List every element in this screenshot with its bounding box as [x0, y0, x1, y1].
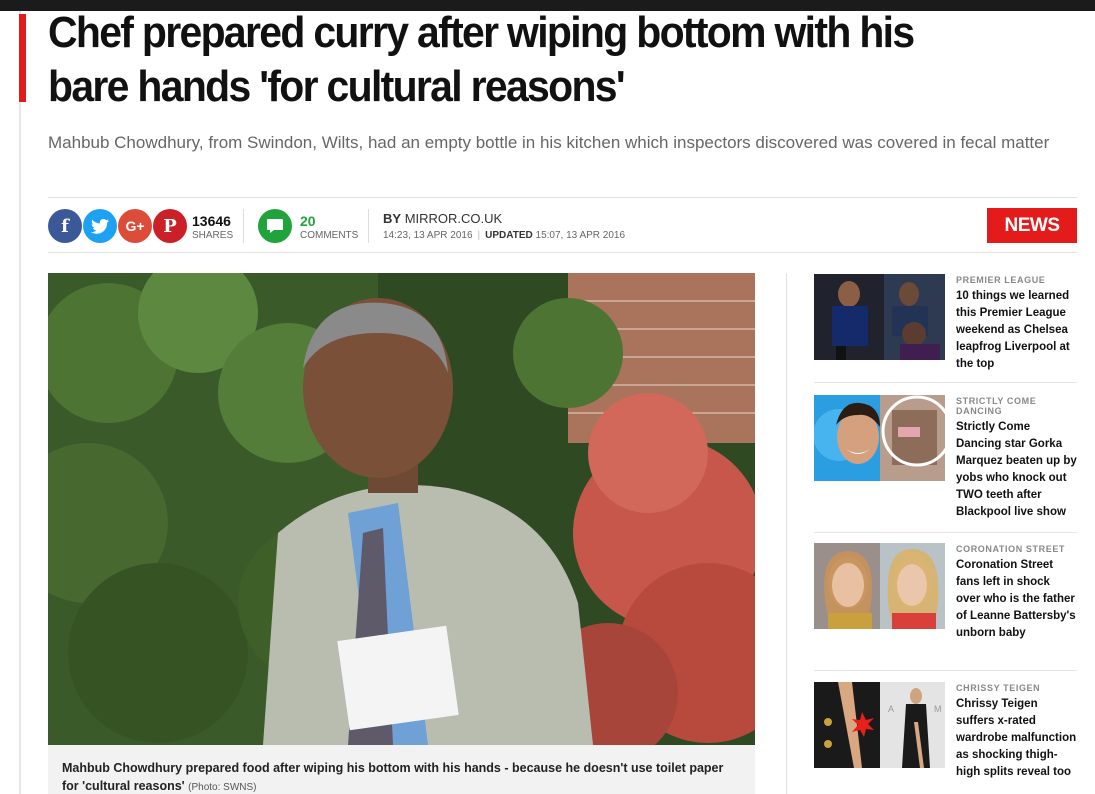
facebook-share-button[interactable]: f [48, 209, 82, 243]
updated-time: 15:07, 13 APR 2016 [535, 230, 626, 241]
published-time: 14:23, 13 APR 2016 [383, 230, 473, 241]
divider [48, 197, 1077, 198]
article-standfirst: Mahbub Chowdhury, from Swindon, Wilts, h… [48, 133, 1050, 152]
divider [368, 209, 369, 243]
byline-prefix: BY [383, 211, 402, 226]
svg-text:A: A [888, 704, 894, 714]
twitter-share-button[interactable] [83, 209, 117, 243]
comments-button[interactable] [258, 209, 292, 243]
share-count-label: SHARES [192, 230, 234, 241]
sidebar-divider [786, 273, 787, 794]
sidebar-story[interactable]: STRICTLY COME DANCING Strictly Come Danc… [814, 395, 1077, 525]
twitter-icon [91, 218, 109, 234]
comment-count-label: COMMENTS [300, 230, 359, 241]
share-count: 13646 SHARES [192, 213, 233, 242]
googleplus-icon: G+ [125, 218, 145, 234]
svg-text:M: M [934, 704, 942, 714]
story-category[interactable]: PREMIER LEAGUE [956, 275, 1077, 285]
story-title[interactable]: 10 things we learned this Premier League… [956, 288, 1077, 373]
sidebar-story[interactable]: PREMIER LEAGUE 10 things we learned this… [814, 274, 1077, 374]
pinterest-icon: P [163, 215, 177, 237]
story-thumbnail[interactable]: A M [814, 682, 945, 768]
comment-count[interactable]: 20 COMMENTS [300, 213, 358, 242]
pinterest-share-button[interactable]: P [153, 209, 187, 243]
article-photo [48, 273, 755, 745]
share-count-number: 13646 [192, 213, 231, 229]
story-title[interactable]: Coronation Street fans left in shock ove… [956, 557, 1077, 642]
story-category[interactable]: CHRISSY TEIGEN [956, 683, 1077, 693]
divider [814, 532, 1077, 533]
story-thumbnail[interactable] [814, 395, 945, 481]
divider [243, 209, 244, 243]
story-title[interactable]: Strictly Come Dancing star Gorka Marquez… [956, 419, 1077, 521]
sidebar-story[interactable]: CORONATION STREET Coronation Street fans… [814, 543, 1077, 663]
googleplus-share-button[interactable]: G+ [118, 209, 152, 243]
article-headline: Chef prepared curry after wiping bottom … [48, 8, 915, 111]
story-category[interactable]: STRICTLY COME DANCING [956, 396, 1077, 416]
headline-accent-bar [19, 14, 26, 102]
byline: BY MIRROR.CO.UK 14:23, 13 APR 2016 | UPDAT… [383, 211, 626, 241]
photo-caption: Mahbub Chowdhury prepared food after wip… [48, 745, 755, 794]
story-title[interactable]: Chrissy Teigen suffers x-rated wardrobe … [956, 696, 1077, 781]
sidebar-story[interactable]: A M CHRISSY TEIGEN Chrissy Teigen suffer… [814, 682, 1077, 794]
story-thumbnail[interactable] [814, 274, 945, 360]
comment-count-number: 20 [300, 213, 316, 229]
section-badge[interactable]: NEWS [987, 208, 1077, 243]
photo-credit: (Photo: SWNS) [188, 782, 257, 793]
facebook-icon: f [61, 215, 69, 237]
author-link[interactable]: MIRROR.CO.UK [405, 211, 503, 226]
caption-text: Mahbub Chowdhury prepared food after wip… [62, 761, 724, 793]
updated-label: UPDATED [485, 230, 533, 241]
share-buttons: f G+ P [48, 209, 188, 243]
divider [48, 252, 1077, 253]
story-thumbnail[interactable] [814, 543, 945, 629]
story-category[interactable]: CORONATION STREET [956, 544, 1077, 554]
divider [814, 382, 1077, 383]
divider [814, 670, 1077, 671]
comment-bubble-icon [267, 219, 283, 233]
left-gutter-line [19, 11, 21, 794]
